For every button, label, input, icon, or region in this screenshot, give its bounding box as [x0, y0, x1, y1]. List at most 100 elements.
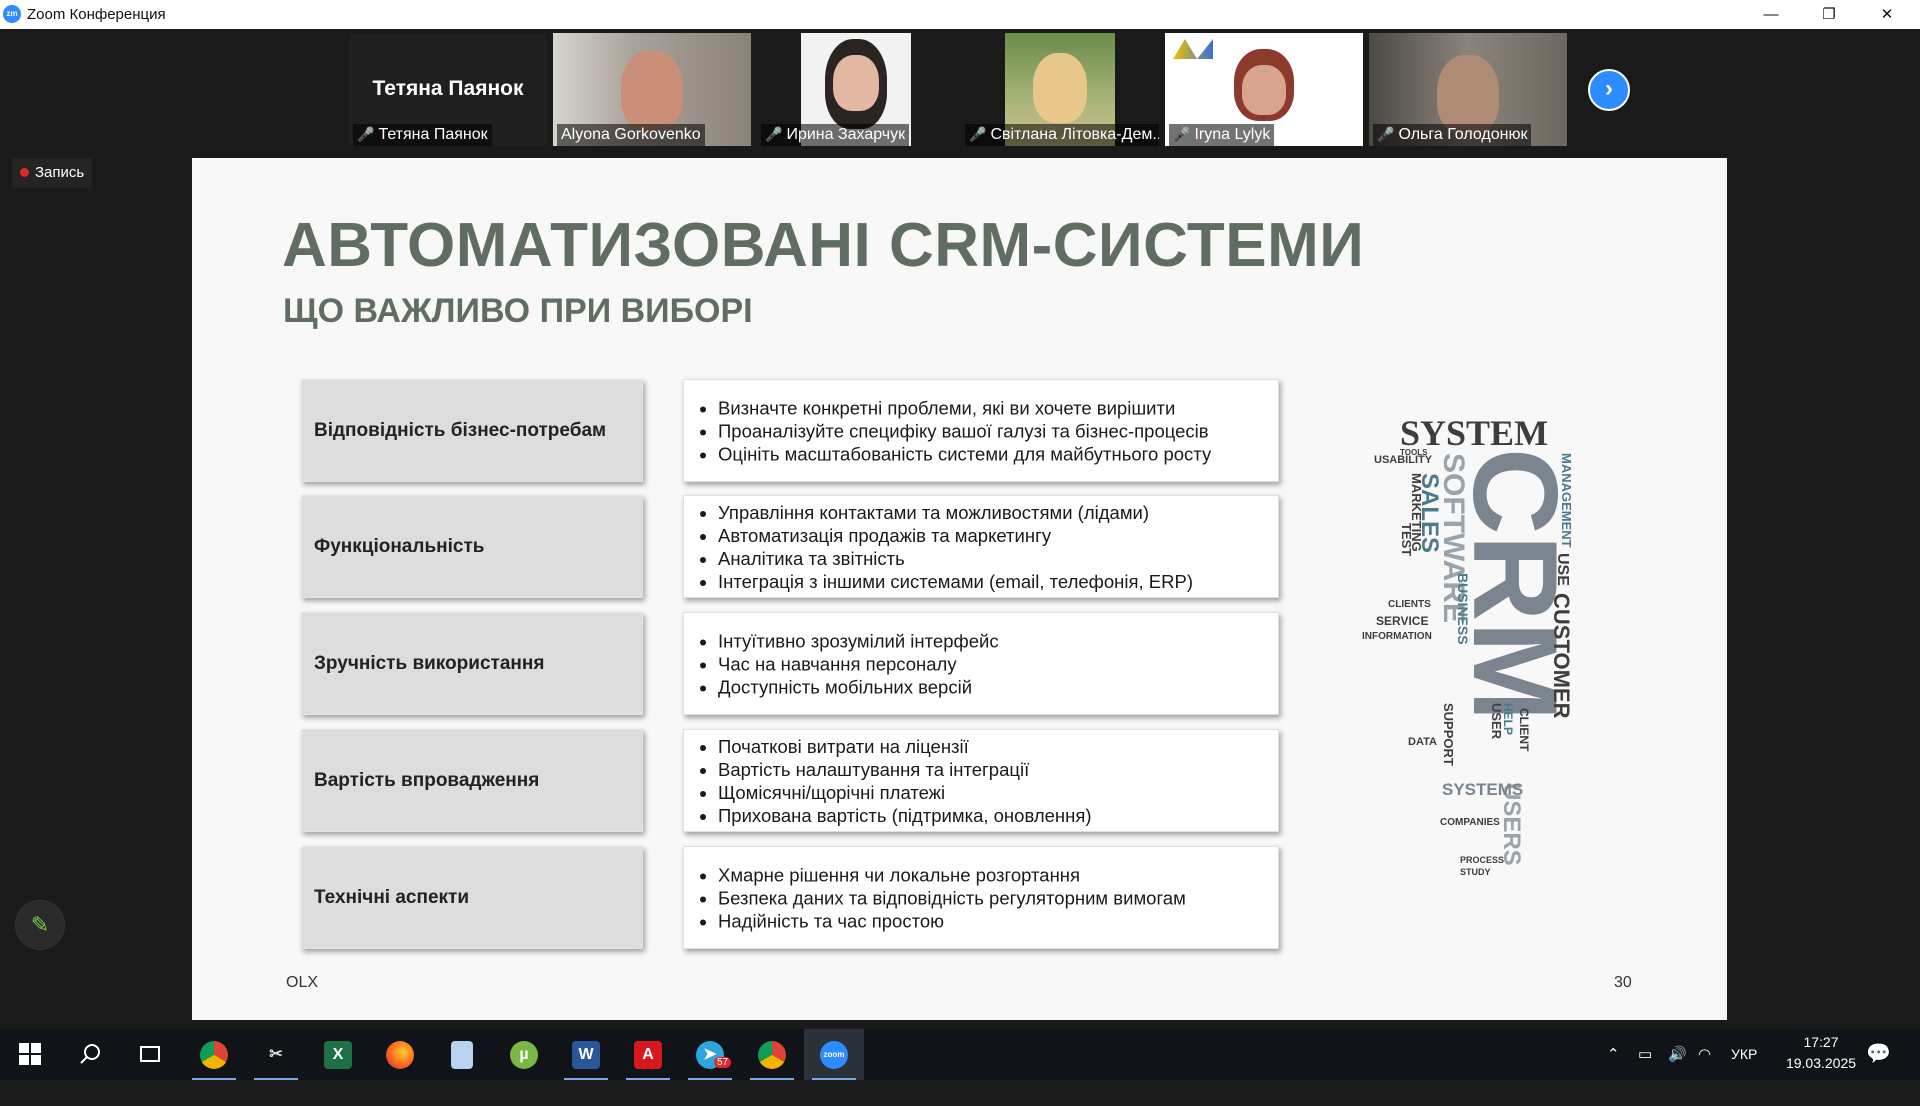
- participant-video: [1437, 55, 1499, 135]
- taskbar-chrome-2[interactable]: [742, 1029, 802, 1080]
- mic-muted-icon: 🎤: [765, 126, 783, 142]
- taskbar-firefox[interactable]: [370, 1029, 430, 1080]
- criteria-details-box: Інтуїтивно зрозумілий інтерфейс Час на н…: [683, 612, 1279, 715]
- participant-tile-6[interactable]: 🎤 Ольга Голодонюк: [1369, 33, 1567, 146]
- slide-title: АВТОМАТИЗОВАНІ CRM-СИСТЕМИ: [282, 211, 1365, 280]
- participant-tile-3[interactable]: 🎤 Ирина Захарчук: [757, 33, 955, 146]
- criteria-label-box: Функціональність: [301, 495, 643, 598]
- task-view-icon: [140, 1046, 160, 1062]
- criteria-row: Відповідність бізнес-потребам Визначте к…: [301, 379, 1279, 482]
- participant-tile-1[interactable]: Тетяна Паянок 🎤 Тетяна Паянок: [349, 33, 547, 146]
- mic-muted-icon: 🎤: [969, 126, 987, 142]
- volume-icon[interactable]: 🔊: [1668, 1029, 1687, 1080]
- taskbar-acrobat[interactable]: A: [618, 1029, 678, 1080]
- list-item: Визначте конкретні проблеми, які ви хоче…: [718, 396, 1211, 419]
- criteria-label-box: Технічні аспекти: [301, 846, 643, 949]
- taskbar-zoom[interactable]: zoom: [804, 1029, 864, 1080]
- minimize-button[interactable]: —: [1742, 0, 1800, 29]
- start-button[interactable]: [0, 1029, 60, 1080]
- list-item: Безпека даних та відповідність регулятор…: [718, 886, 1186, 909]
- slide-subtitle: ЩО ВАЖЛИВО ПРИ ВИБОРІ: [283, 292, 753, 330]
- acrobat-icon: A: [634, 1040, 662, 1069]
- taskbar-snipping[interactable]: ✂: [246, 1029, 306, 1080]
- search-icon: [80, 1044, 100, 1064]
- firefox-icon: [386, 1040, 414, 1069]
- word-icon: W: [572, 1040, 600, 1069]
- tray-overflow-chevron-icon[interactable]: ⌃: [1607, 1029, 1620, 1080]
- word-system: SYSTEM: [1400, 413, 1548, 453]
- participant-tile-4[interactable]: 🎤 Світлана Літовка-Дем...: [961, 33, 1159, 146]
- word-clients: CLIENTS: [1388, 599, 1431, 610]
- battery-icon[interactable]: ▭: [1638, 1029, 1652, 1080]
- notification-center-icon[interactable]: 💬: [1866, 1029, 1891, 1080]
- zoom-app-icon: zm: [3, 5, 21, 23]
- criteria-label-box: Вартість впровадження: [301, 729, 643, 832]
- word-help: HELP: [1501, 703, 1515, 735]
- taskbar-chrome[interactable]: [184, 1029, 244, 1080]
- search-button[interactable]: [60, 1029, 120, 1080]
- list-item: Час на навчання персоналу: [718, 652, 999, 675]
- chrome-icon: [200, 1040, 228, 1069]
- list-item: Проаналізуйте специфіку вашої галузі та …: [718, 419, 1211, 442]
- list-item: Доступність мобільних версій: [718, 675, 999, 698]
- participant-name-label: Alyona Gorkovenko: [557, 124, 705, 146]
- notification-badge: 57: [714, 1057, 732, 1068]
- list-item: Аналітика та звітність: [718, 547, 1193, 570]
- notepad-icon: [451, 1040, 473, 1069]
- participant-video: [1033, 53, 1087, 123]
- word-use: USE: [1554, 553, 1571, 586]
- list-item: Початкові витрати на ліцензії: [718, 735, 1092, 758]
- recording-indicator[interactable]: Запись: [12, 158, 92, 188]
- logo-icon: [1173, 39, 1213, 59]
- windows-logo-icon: [19, 1043, 41, 1065]
- list-item: Автоматизація продажів та маркетингу: [718, 524, 1193, 547]
- participant-tile-2[interactable]: Alyona Gorkovenko: [553, 33, 751, 146]
- word-support: SUPPORT: [1441, 703, 1456, 766]
- mic-muted-icon: 🎤: [357, 126, 375, 142]
- word-customer: CUSTOMER: [1549, 593, 1574, 719]
- word-management: MANAGEMENT: [1559, 453, 1574, 548]
- word-tools: TOOLS: [1400, 448, 1428, 457]
- criteria-details-box: Початкові витрати на ліцензії Вартість н…: [683, 729, 1279, 832]
- taskbar-telegram[interactable]: ➤ 57: [680, 1029, 740, 1080]
- taskbar-notepad[interactable]: [432, 1029, 492, 1080]
- clock-date[interactable]: 19.03.2025: [1776, 1055, 1866, 1106]
- mic-muted-icon: 🎤: [1377, 126, 1395, 142]
- participant-name-label: 🎤 Тетяна Паянок: [353, 124, 492, 146]
- taskbar-utorrent[interactable]: µ: [494, 1029, 554, 1080]
- criteria-row: Зручність використання Інтуїтивно зрозум…: [301, 612, 1279, 715]
- language-indicator[interactable]: УКР: [1731, 1029, 1757, 1080]
- participant-tile-5[interactable]: 🎤 Iryna Lylyk: [1165, 33, 1363, 146]
- list-item: Хмарне рішення чи локальне розгортання: [718, 863, 1186, 886]
- shared-slide: АВТОМАТИЗОВАНІ CRM-СИСТЕМИ ЩО ВАЖЛИВО ПР…: [192, 158, 1727, 1020]
- slide-page-number: 30: [1614, 974, 1632, 991]
- word-study: STUDY: [1460, 867, 1491, 877]
- list-item: Оцініть масштабованість системи для майб…: [718, 442, 1211, 465]
- close-button[interactable]: ✕: [1858, 0, 1916, 29]
- word-information: INFORMATION: [1362, 631, 1432, 642]
- crm-word-cloud-image: SYSTEM CRM SOFTWARE SALES CUSTOMER MANAG…: [1362, 413, 1582, 877]
- annotate-pencil-icon[interactable]: ✎: [15, 900, 65, 950]
- taskbar-word[interactable]: W: [556, 1029, 616, 1080]
- wifi-icon[interactable]: ◠: [1698, 1029, 1711, 1080]
- list-item: Інтеграція з іншими системами (email, те…: [718, 570, 1193, 593]
- list-item: Щомісячні/щорічні платежі: [718, 781, 1092, 804]
- taskbar-excel[interactable]: X: [308, 1029, 368, 1080]
- chrome-icon: [758, 1040, 786, 1069]
- next-page-arrow-icon[interactable]: ›: [1588, 69, 1630, 111]
- restore-button[interactable]: ❐: [1800, 0, 1858, 29]
- word-service: SERVICE: [1376, 614, 1428, 628]
- scissors-icon: ✂: [269, 1045, 283, 1063]
- criteria-details-box: Хмарне рішення чи локальне розгортання Б…: [683, 846, 1279, 949]
- task-view-button[interactable]: [120, 1029, 180, 1080]
- participant-name-label: 🎤 Світлана Літовка-Дем...: [965, 124, 1159, 146]
- list-item: Надійність та час простою: [718, 909, 1186, 932]
- window-title: Zoom Конференция: [27, 6, 166, 23]
- participant-face: [1242, 65, 1286, 115]
- criteria-row: Технічні аспекти Хмарне рішення чи локал…: [301, 846, 1279, 949]
- zoom-icon: zoom: [820, 1040, 848, 1069]
- list-item: Інтуїтивно зрозумілий інтерфейс: [718, 629, 999, 652]
- criteria-label-box: Відповідність бізнес-потребам: [301, 379, 643, 482]
- record-dot-icon: [20, 168, 29, 177]
- criteria-label-box: Зручність використання: [301, 612, 643, 715]
